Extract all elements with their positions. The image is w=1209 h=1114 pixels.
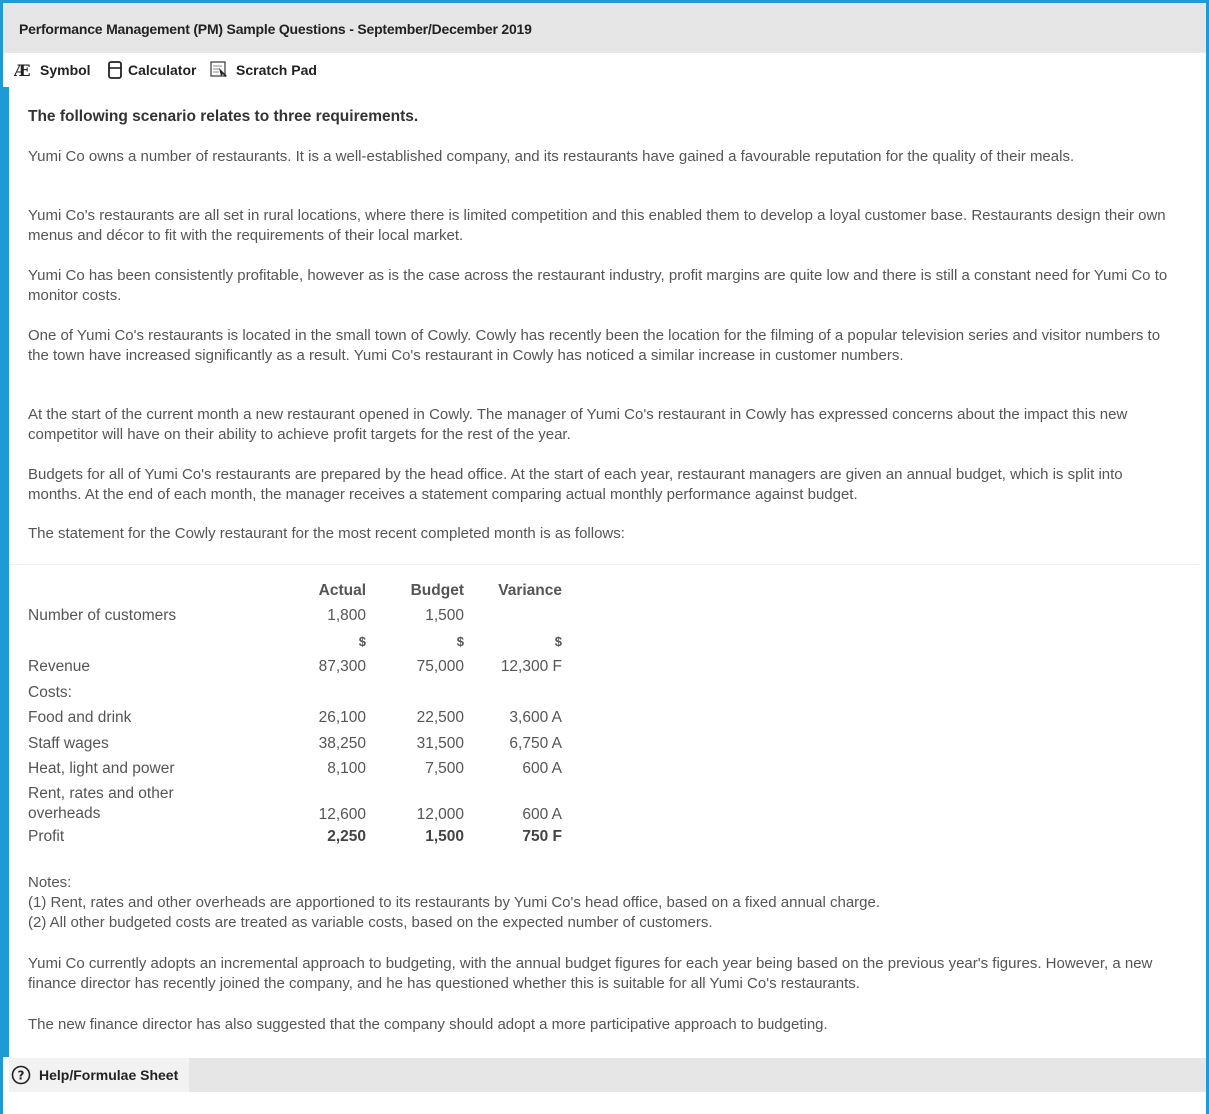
- note-2: (2) All other budgeted costs are treated…: [28, 914, 713, 931]
- scratch-pad-label: Scratch Pad: [236, 62, 317, 78]
- svg-text:?: ?: [18, 1069, 25, 1083]
- table-row: Food and drink 26,100 22,500 3,600 A: [28, 706, 562, 732]
- window-frame: [0, 0, 1209, 1114]
- currency-variance: $: [554, 634, 562, 650]
- scenario-paragraph-3: Yumi Co has been consistently profitable…: [28, 267, 1168, 304]
- scenario-paragraph-9: The new finance director has also sugges…: [28, 1016, 828, 1033]
- scenario-heading: The following scenario relates to three …: [28, 108, 419, 125]
- cell-actual: 1,800: [327, 607, 366, 625]
- cell-variance: 600 A: [522, 806, 562, 823]
- scratch-pad-button[interactable]: Scratch Pad: [210, 61, 317, 79]
- row-label: Costs:: [28, 683, 72, 701]
- scenario-paragraph-2: Yumi Co's restaurants are all set in rur…: [28, 207, 1166, 244]
- table-row: Profit 2,250 1,500 750 F: [28, 824, 562, 850]
- scenario-paragraph-7: The statement for the Cowly restaurant f…: [28, 525, 625, 542]
- row-label: Revenue: [28, 658, 91, 676]
- notes-title: Notes:: [28, 874, 72, 891]
- currency-budget: $: [456, 634, 464, 650]
- table-row: Revenue 87,300 75,000 12,300 F: [28, 655, 562, 681]
- header-variance: Variance: [498, 581, 562, 599]
- scratch-pad-icon: [210, 61, 230, 79]
- notes-block: Notes: (1) Rent, rates and other overhea…: [28, 873, 1198, 933]
- cell-actual: 12,600: [318, 806, 366, 823]
- cell-actual: 38,250: [318, 734, 366, 752]
- toolbar: Æ Symbol Calculator Scratch Pad: [3, 53, 1206, 87]
- cell-variance: 12,300 F: [500, 658, 562, 676]
- help-formulae-button[interactable]: ? Help/Formulae Sheet: [9, 1058, 189, 1092]
- help-formulae-label: Help/Formulae Sheet: [39, 1067, 179, 1083]
- left-accent-bar: [3, 87, 9, 1057]
- row-label: Rent, rates and other overheads: [28, 782, 298, 824]
- note-1: (1) Rent, rates and other overheads are …: [28, 894, 881, 911]
- cell-actual: 2,250: [327, 827, 366, 845]
- budget-statement-table: Actual Budget Variance Number of custome…: [28, 578, 562, 850]
- row-label: Food and drink: [28, 709, 132, 727]
- svg-text:Æ: Æ: [14, 62, 31, 78]
- cell-variance: 3,600 A: [509, 709, 562, 727]
- currency-actual: $: [358, 634, 366, 650]
- table-row: Costs:: [28, 680, 562, 706]
- table-row: Number of customers 1,800 1,500: [28, 604, 562, 630]
- cell-variance: 6,750 A: [509, 734, 562, 752]
- cell-actual: 8,100: [327, 760, 366, 778]
- table-row: Staff wages 38,250 31,500 6,750 A: [28, 731, 562, 757]
- row-label: Staff wages: [28, 734, 109, 752]
- symbol-icon: Æ: [14, 62, 34, 78]
- scenario-paragraph-5: At the start of the current month a new …: [28, 406, 1128, 443]
- symbol-label: Symbol: [40, 62, 91, 78]
- cell-variance: 600 A: [522, 760, 562, 778]
- cell-budget: 1,500: [425, 607, 464, 625]
- cell-variance: [464, 604, 562, 630]
- scenario-paragraph-1: Yumi Co owns a number of restaurants. It…: [28, 148, 1075, 165]
- cell-budget: 75,000: [416, 658, 464, 676]
- header-budget: Budget: [410, 581, 464, 599]
- help-icon: ?: [11, 1065, 31, 1085]
- cell-budget: 7,500: [425, 760, 464, 778]
- cell-actual: 26,100: [318, 709, 366, 727]
- table-row: Heat, light and power 8,100 7,500 600 A: [28, 757, 562, 783]
- scenario-paragraph-8: Yumi Co currently adopts an incremental …: [28, 955, 1153, 992]
- row-label-line-2: overheads: [28, 805, 101, 822]
- cell-budget: 1,500: [425, 827, 464, 845]
- page-title: Performance Management (PM) Sample Quest…: [19, 21, 532, 37]
- footer-bar: ? Help/Formulae Sheet: [9, 1058, 1206, 1092]
- divider: [9, 564, 1199, 565]
- scenario-paragraph-6: Budgets for all of Yumi Co's restaurants…: [28, 466, 1123, 503]
- cell-variance: 750 F: [522, 827, 562, 845]
- row-label-line-1: Rent, rates and other: [28, 785, 174, 802]
- calculator-label: Calculator: [128, 62, 197, 78]
- calculator-button[interactable]: Calculator: [108, 61, 196, 79]
- table-header-row: Actual Budget Variance: [28, 578, 562, 604]
- cell-budget: 22,500: [416, 709, 464, 727]
- row-label: Number of customers: [28, 607, 177, 625]
- header-actual: Actual: [318, 581, 366, 599]
- row-label: Profit: [28, 827, 65, 845]
- cell-budget: 31,500: [416, 734, 464, 752]
- calculator-icon: [108, 61, 122, 79]
- symbol-button[interactable]: Æ Symbol: [14, 61, 91, 79]
- cell-budget: 12,000: [416, 806, 464, 823]
- scenario-paragraph-4: One of Yumi Co's restaurants is located …: [28, 327, 1161, 364]
- title-bar: Performance Management (PM) Sample Quest…: [3, 3, 1206, 53]
- row-label: Heat, light and power: [28, 760, 175, 778]
- currency-row: $ $ $: [28, 629, 562, 655]
- cell-actual: 87,300: [318, 658, 366, 676]
- table-row: Rent, rates and other overheads 12,600 1…: [28, 782, 562, 824]
